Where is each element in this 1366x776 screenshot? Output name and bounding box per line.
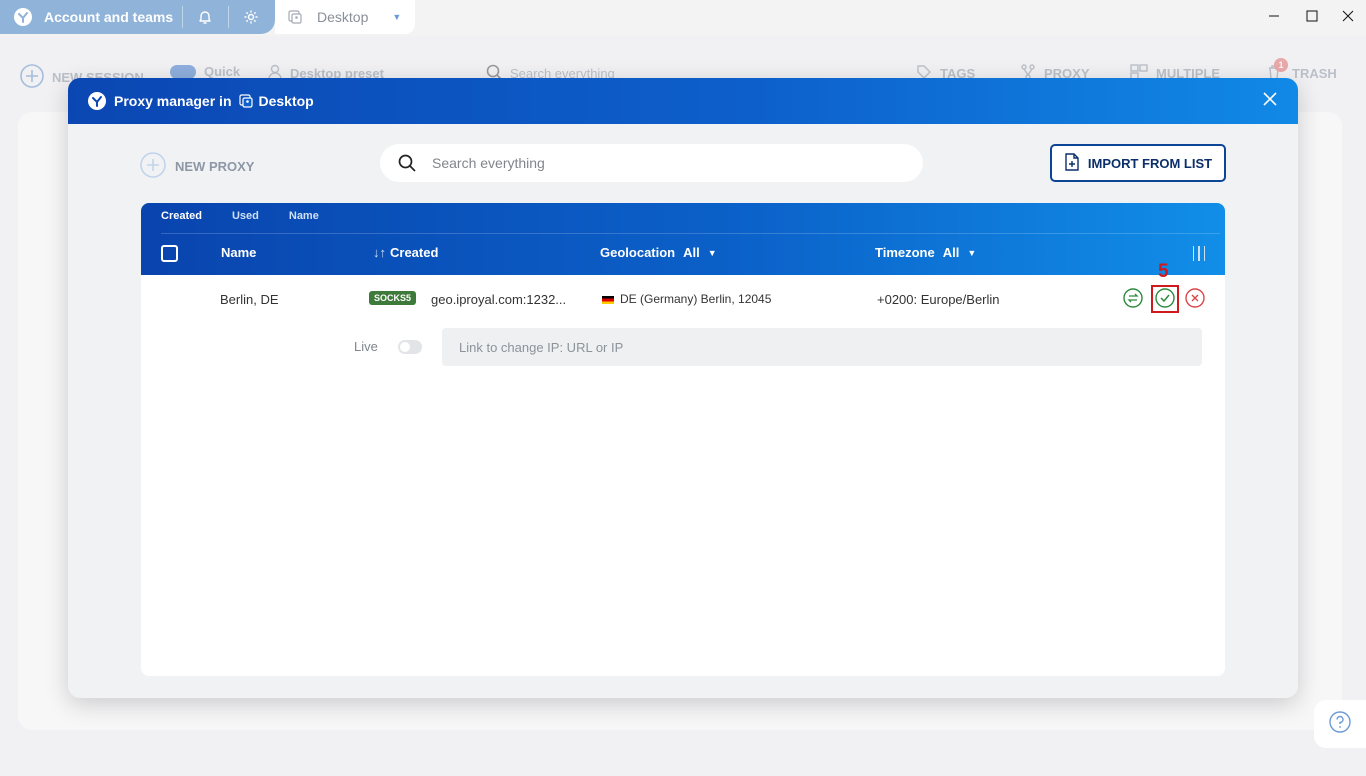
desktop-icon <box>287 9 303 25</box>
sort-tab-name[interactable]: Name <box>289 210 319 222</box>
plus-circle-icon <box>20 64 44 91</box>
select-all-checkbox[interactable] <box>161 245 178 262</box>
gear-icon[interactable] <box>242 8 260 26</box>
proxy-timezone: +0200: Europe/Berlin <box>877 292 1000 307</box>
swap-arrows-icon <box>1123 287 1143 313</box>
chevron-down-icon: ▼ <box>967 247 977 258</box>
divider <box>182 6 183 28</box>
proxy-host: geo.iproyal.com:1232... <box>431 292 567 307</box>
toggle-knob <box>400 342 410 352</box>
tab-desktop[interactable]: Desktop ▼ <box>275 0 415 34</box>
rotate-ip-button[interactable] <box>1122 287 1144 313</box>
proxy-search <box>380 144 923 182</box>
proxy-geolocation-text: DE (Germany) Berlin, 12045 <box>620 292 772 306</box>
dialog-desktop-name: Desktop <box>258 93 314 109</box>
timezone-filter[interactable]: All ▼ <box>943 245 977 260</box>
step-number: 5 <box>1158 261 1169 282</box>
geolocation-filter[interactable]: All ▼ <box>683 245 717 260</box>
proxy-search-input[interactable] <box>432 155 892 171</box>
file-import-icon <box>1064 152 1080 174</box>
tab-desktop-label: Desktop <box>317 9 369 25</box>
minimize-button[interactable] <box>1256 0 1292 36</box>
sort-tab-used[interactable]: Used <box>232 210 259 222</box>
sort-arrows-icon: ↓↑ <box>373 245 386 260</box>
trash-count-badge: 1 <box>1274 58 1288 72</box>
window-close-button[interactable] <box>1330 0 1366 36</box>
desktop-icon <box>238 93 254 109</box>
divider <box>228 6 229 28</box>
columns-settings-icon[interactable] <box>1192 246 1205 261</box>
import-label: IMPORT FROM LIST <box>1087 155 1213 171</box>
protocol-badge: SOCKS5 <box>369 291 417 305</box>
import-from-list-button[interactable]: IMPORT FROM LIST <box>1050 144 1226 182</box>
column-timezone-label: Timezone <box>875 245 935 260</box>
proxy-manager-dialog: Proxy manager in Desktop NEW PROXY IMPOR… <box>68 78 1298 698</box>
delete-proxy-button[interactable] <box>1184 287 1206 313</box>
help-icon <box>1329 710 1351 738</box>
column-timezone[interactable]: Timezone All ▼ <box>875 245 976 260</box>
step-highlight-box <box>1151 285 1179 313</box>
proxy-name: Berlin, DE <box>220 292 279 307</box>
maximize-icon <box>1306 9 1318 27</box>
sort-tabs: Created Used Name <box>161 210 319 222</box>
help-button[interactable] <box>1314 700 1366 748</box>
plus-circle-icon <box>140 152 166 181</box>
table-header: Created Used Name Name ↓↑ Created Geoloc… <box>141 203 1225 275</box>
live-toggle[interactable] <box>398 340 422 354</box>
account-label: Account and teams <box>44 9 174 25</box>
column-name-label: Name <box>221 245 257 260</box>
close-icon <box>1263 91 1277 111</box>
x-circle-icon <box>1185 287 1205 313</box>
change-ip-link-input[interactable] <box>442 328 1202 366</box>
minimize-icon <box>1268 9 1280 27</box>
title-bar: Account and teams Desktop ▼ <box>0 0 1366 36</box>
account-tab[interactable]: Account and teams <box>0 0 275 34</box>
column-name[interactable]: Name <box>221 245 256 260</box>
quick-label: Quick <box>204 64 241 79</box>
germany-flag-icon <box>602 295 614 304</box>
new-proxy-button[interactable]: NEW PROXY <box>140 152 254 181</box>
app-logo-icon <box>14 8 32 26</box>
timezone-filter-value: All <box>942 245 960 260</box>
new-proxy-label: NEW PROXY <box>175 159 255 174</box>
dialog-title: Proxy manager in <box>114 93 232 109</box>
live-label: Live <box>354 339 378 354</box>
column-created[interactable]: ↓↑ Created <box>373 245 438 260</box>
maximize-button[interactable] <box>1294 0 1330 36</box>
close-icon <box>1342 9 1354 27</box>
search-icon <box>398 154 416 172</box>
proxy-options-row: Live <box>141 328 1225 366</box>
chevron-down-icon[interactable]: ▼ <box>392 12 401 22</box>
quick-toggle[interactable]: Quick <box>170 64 240 79</box>
table-row[interactable]: Berlin, DE SOCKS5 geo.iproyal.com:1232..… <box>141 261 1225 323</box>
dialog-close-button[interactable] <box>1260 91 1280 111</box>
column-geolocation-label: Geolocation <box>600 245 676 260</box>
trash-label: TRASH <box>1292 65 1337 81</box>
bell-icon[interactable] <box>196 8 214 26</box>
sort-tab-created[interactable]: Created <box>161 210 202 222</box>
header-divider <box>161 233 1220 234</box>
dialog-header: Proxy manager in Desktop <box>68 78 1298 124</box>
chevron-down-icon: ▼ <box>707 247 717 258</box>
column-created-label: Created <box>390 245 439 260</box>
geolocation-filter-value: All <box>683 245 700 260</box>
toggle-icon <box>170 64 196 79</box>
column-geolocation[interactable]: Geolocation All ▼ <box>600 245 717 260</box>
proxy-table: Created Used Name Name ↓↑ Created Geoloc… <box>141 203 1225 676</box>
app-logo-icon <box>88 92 106 110</box>
proxy-geolocation: DE (Germany) Berlin, 12045 <box>602 292 771 306</box>
